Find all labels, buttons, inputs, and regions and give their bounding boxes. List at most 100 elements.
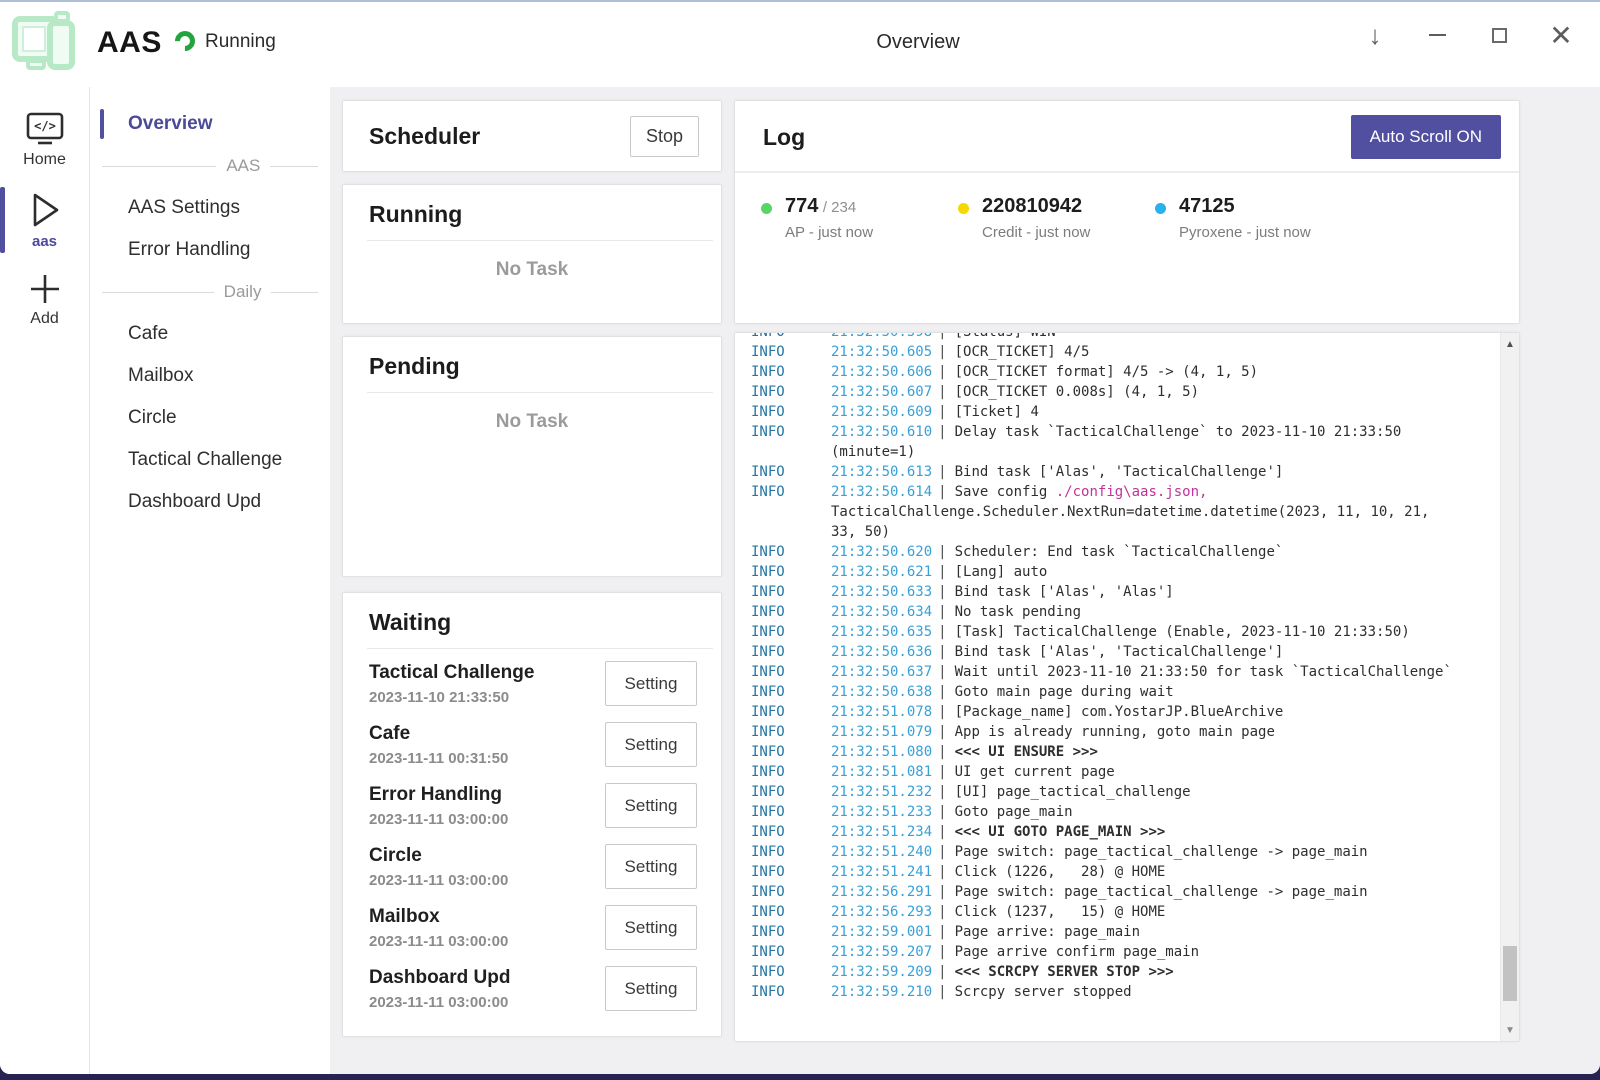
log-line: INFO21:32:59.209|<<< SCRCPY SERVER STOP … <box>751 962 1499 982</box>
waiting-card: Waiting Tactical Challenge 2023-11-10 21… <box>342 592 722 1037</box>
waiting-task-row: Error Handling 2023-11-11 03:00:00 Setti… <box>343 775 721 836</box>
task-setting-button[interactable]: Setting <box>605 905 697 950</box>
log-scrollbar[interactable]: ▲ ▼ <box>1500 333 1519 1041</box>
task-name: Tactical Challenge <box>369 662 534 684</box>
scroll-down-icon[interactable]: ▼ <box>1501 1021 1519 1039</box>
waiting-task-row: Mailbox 2023-11-11 03:00:00 Setting <box>343 897 721 958</box>
log-line: INFO21:32:50.609|[Ticket] 4 <box>751 402 1499 422</box>
nav-item-error-handling[interactable]: Error Handling <box>90 229 330 271</box>
log-line: INFO21:32:50.636|Bind task ['Alas', 'Tac… <box>751 642 1499 662</box>
task-setting-button[interactable]: Setting <box>605 783 697 828</box>
nav-item-aas-settings[interactable]: AAS Settings <box>90 187 330 229</box>
rail-item-home[interactable]: </> Home <box>0 101 89 181</box>
task-next-run-time: 2023-11-11 03:00:00 <box>369 811 508 828</box>
log-line: INFO21:32:59.210|Scrcpy server stopped <box>751 982 1499 1002</box>
maximize-button[interactable] <box>1480 16 1518 54</box>
rail-label-add: Add <box>30 310 58 328</box>
waiting-task-row: Circle 2023-11-11 03:00:00 Setting <box>343 836 721 897</box>
task-name: Mailbox <box>369 906 508 928</box>
log-line: INFO21:32:51.081|UI get current page <box>751 762 1499 782</box>
running-card: Running No Task <box>342 184 722 324</box>
task-next-run-time: 2023-11-10 21:33:50 <box>369 689 534 706</box>
minimize-button[interactable] <box>1418 16 1456 54</box>
resource-stat: 774 / 234 AP - just now <box>761 195 958 241</box>
code-monitor-icon: </> <box>25 111 65 147</box>
log-line: INFO21:32:51.241|Click (1226, 28) @ HOME <box>751 862 1499 882</box>
nav-item-tactical-challenge[interactable]: Tactical Challenge <box>90 439 330 481</box>
log-line: INFO21:32:50.598|[Status] WIN <box>751 332 1499 342</box>
close-icon: ✕ <box>1549 19 1572 52</box>
app-window: AAS Running Overview ↓ ✕ </> Home <box>0 0 1600 1074</box>
task-nav: Overview AAS AAS SettingsError Handling Dai… <box>90 87 330 1074</box>
close-button[interactable]: ✕ <box>1542 16 1580 54</box>
log-line: INFO21:32:50.614|Save config ./config\aa… <box>751 482 1499 502</box>
download-arrow-icon: ↓ <box>1369 20 1382 51</box>
stat-value: 220810942 <box>982 195 1082 217</box>
auto-scroll-toggle[interactable]: Auto Scroll ON <box>1351 115 1501 159</box>
rail-item-add[interactable]: Add <box>0 262 89 340</box>
log-line: INFO21:32:50.613|Bind task ['Alas', 'Tac… <box>751 462 1499 482</box>
nav-section-divider: AAS <box>90 145 330 187</box>
stop-button[interactable]: Stop <box>630 116 699 157</box>
scroll-up-icon[interactable]: ▲ <box>1501 335 1519 353</box>
log-line: INFO21:32:50.620|Scheduler: End task `Ta… <box>751 542 1499 562</box>
log-line: INFO21:32:50.635|[Task] TacticalChalleng… <box>751 622 1499 642</box>
rail-item-aas[interactable]: aas <box>0 181 89 262</box>
log-line: INFO21:32:51.232|[UI] page_tactical_chal… <box>751 782 1499 802</box>
task-next-run-time: 2023-11-11 03:00:00 <box>369 872 508 889</box>
main-area: Scheduler Stop Running No Task Pending N… <box>330 87 1600 1074</box>
stat-label: Credit - just now <box>982 224 1090 241</box>
running-empty-text: No Task <box>343 259 721 281</box>
download-update-button[interactable]: ↓ <box>1356 16 1394 54</box>
log-line: INFO21:32:51.078|[Package_name] com.Yost… <box>751 702 1499 722</box>
task-setting-button[interactable]: Setting <box>605 722 697 767</box>
log-line: 33, 50) <box>751 522 1499 542</box>
nav-item-circle[interactable]: Circle <box>90 397 330 439</box>
scheduler-card: Scheduler Stop <box>342 100 722 172</box>
log-line: INFO21:32:50.637|Wait until 2023-11-10 2… <box>751 662 1499 682</box>
stat-label: Pyroxene - just now <box>1179 224 1311 241</box>
nav-item-cafe[interactable]: Cafe <box>90 313 330 355</box>
divider <box>367 240 713 241</box>
app-name: AAS <box>97 26 162 60</box>
task-name: Circle <box>369 845 508 867</box>
task-setting-button[interactable]: Setting <box>605 844 697 889</box>
waiting-task-list: Tactical Challenge 2023-11-10 21:33:50 S… <box>343 649 721 1019</box>
log-line: INFO21:32:51.233|Goto page_main <box>751 802 1499 822</box>
log-line: INFO21:32:59.207|Page arrive confirm pag… <box>751 942 1499 962</box>
task-next-run-time: 2023-11-11 03:00:00 <box>369 994 510 1011</box>
minimize-icon <box>1429 34 1446 36</box>
scheduler-status-text: Running <box>205 31 276 53</box>
stat-value: 774 <box>785 195 818 217</box>
log-line: INFO21:32:50.621|[Lang] auto <box>751 562 1499 582</box>
pending-card: Pending No Task <box>342 336 722 577</box>
task-name: Cafe <box>369 723 508 745</box>
task-setting-button[interactable]: Setting <box>605 966 697 1011</box>
titlebar[interactable]: AAS Running Overview ↓ ✕ <box>0 2 1600 87</box>
task-setting-button[interactable]: Setting <box>605 661 697 706</box>
log-header-card: Log Auto Scroll ON 774 / 234 AP - just n… <box>734 100 1520 324</box>
log-line: INFO21:32:56.293|Click (1237, 15) @ HOME <box>751 902 1499 922</box>
log-line: INFO21:32:50.605|[OCR_TICKET] 4/5 <box>751 342 1499 362</box>
nav-item-dashboard-upd[interactable]: Dashboard Upd <box>90 481 330 523</box>
nav-item-overview[interactable]: Overview <box>90 103 330 145</box>
active-rail-indicator <box>0 187 5 253</box>
log-line: INFO21:32:51.080|<<< UI ENSURE >>> <box>751 742 1499 762</box>
stat-label: AP - just now <box>785 224 873 241</box>
resource-stat: 47125 Pyroxene - just now <box>1155 195 1352 241</box>
plus-icon <box>28 272 62 306</box>
task-next-run-time: 2023-11-11 03:00:00 <box>369 933 508 950</box>
scrollbar-thumb[interactable] <box>1503 946 1517 1001</box>
waiting-task-row: Tactical Challenge 2023-11-10 21:33:50 S… <box>343 653 721 714</box>
nav-item-mailbox[interactable]: Mailbox <box>90 355 330 397</box>
stat-dot-icon <box>958 203 969 214</box>
log-line: INFO21:32:51.079|App is already running,… <box>751 722 1499 742</box>
log-line: INFO21:32:51.240|Page switch: page_tacti… <box>751 842 1499 862</box>
nav-section-label: Daily <box>224 282 262 302</box>
task-name: Error Handling <box>369 784 508 806</box>
waiting-task-row: Cafe 2023-11-11 00:31:50 Setting <box>343 714 721 775</box>
nav-section-label: AAS <box>226 156 260 176</box>
running-title: Running <box>369 201 462 227</box>
svg-text:</>: </> <box>34 119 56 133</box>
log-line: (minute=1) <box>751 442 1499 462</box>
